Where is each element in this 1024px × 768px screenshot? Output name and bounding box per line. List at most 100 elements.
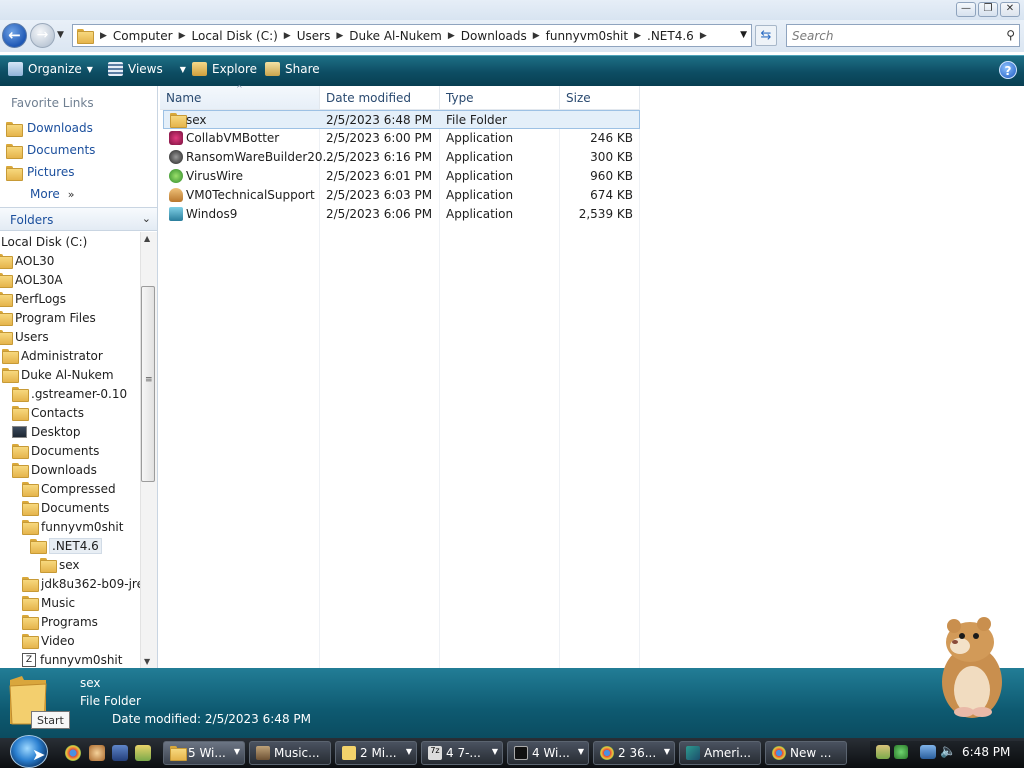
tree-item[interactable]: Documents — [22, 498, 109, 517]
favorite-link-pictures[interactable]: Pictures — [6, 165, 75, 181]
views-button[interactable]: Views ▼ — [108, 62, 186, 76]
refresh-button[interactable]: ⇆ — [755, 25, 777, 46]
favorite-link-documents[interactable]: Documents — [6, 143, 95, 159]
chevron-right-icon[interactable]: ▶ — [448, 31, 455, 41]
favorite-links-more[interactable]: More » — [30, 187, 74, 201]
chevron-down-icon: ▼ — [179, 64, 186, 74]
breadcrumb-item[interactable]: Duke Al-Nukem — [343, 29, 448, 43]
address-bar[interactable]: ▶ Computer ▶ Local Disk (C:) ▶ Users ▶ Duke… — [72, 24, 752, 47]
chevron-right-icon[interactable]: ▶ — [700, 31, 707, 41]
taskbar-button[interactable]: 5 Wi... ▼ — [163, 741, 245, 765]
tree-item[interactable]: .gstreamer-0.10 — [12, 384, 127, 403]
file-row[interactable]: CollabVMBotter 2/5/2023 6:00 PM Applicat… — [163, 129, 640, 148]
taskbar-button[interactable]: 2 Mi... ▼ — [335, 741, 417, 765]
taskbar-button[interactable]: 2 36... ▼ — [593, 741, 675, 765]
paint-quicklaunch-icon[interactable] — [135, 745, 151, 761]
taskbar-button[interactable]: 4 Wi... ▼ — [507, 741, 589, 765]
tree-item[interactable]: Music — [22, 593, 75, 612]
search-input[interactable]: Search ⚲ — [786, 24, 1020, 47]
tree-item[interactable]: funnyvm0shit — [22, 517, 123, 536]
tree-item[interactable]: sex — [40, 555, 80, 574]
tree-item[interactable]: AOL30 — [0, 251, 54, 270]
forward-button[interactable]: → — [30, 23, 55, 48]
chevron-right-icon[interactable]: ▶ — [100, 31, 107, 41]
recent-pages-dropdown[interactable]: ▼ — [57, 30, 64, 40]
folder-icon — [22, 482, 39, 497]
folders-header[interactable]: Folders ⌄ — [0, 207, 157, 231]
tree-item[interactable]: Administrator — [2, 346, 103, 365]
folder-icon — [22, 577, 39, 592]
chevron-right-icon[interactable]: ▶ — [533, 31, 540, 41]
tray-app-icon[interactable] — [894, 745, 908, 759]
tree-item[interactable]: Zfunnyvm0shit — [22, 650, 122, 668]
file-row[interactable]: sex 2/5/2023 6:48 PM File Folder — [163, 110, 640, 129]
tree-item[interactable]: jdk8u362-b09-jre — [22, 574, 140, 593]
tray-app-icon[interactable] — [876, 745, 890, 759]
minimize-button[interactable]: — — [956, 2, 976, 17]
breadcrumb-item[interactable]: Computer — [107, 29, 179, 43]
grip-icon: ≡ — [145, 375, 153, 385]
tree-item[interactable]: AOL30A — [0, 270, 63, 289]
scrollbar-thumb[interactable]: ≡ — [141, 286, 155, 482]
tree-item[interactable]: Desktop — [12, 422, 81, 441]
tree-item[interactable]: Compressed — [22, 479, 116, 498]
tree-item-selected[interactable]: .NET4.6 — [30, 536, 102, 555]
tree-item[interactable]: Program Files — [0, 308, 96, 327]
search-icon[interactable]: ⚲ — [1006, 28, 1015, 42]
tree-item[interactable]: Downloads — [12, 460, 97, 479]
back-button[interactable]: ← — [2, 23, 27, 48]
breadcrumb-item[interactable]: funnyvm0shit — [540, 29, 634, 43]
tree-item[interactable]: Video — [22, 631, 75, 650]
chevron-down-icon[interactable]: ⌄ — [142, 212, 151, 225]
column-header-type[interactable]: Type — [440, 86, 560, 110]
share-button[interactable]: Share — [265, 62, 320, 76]
taskbar-button[interactable]: Music... — [249, 741, 331, 765]
favorite-link-downloads[interactable]: Downloads — [6, 121, 93, 137]
tree-item[interactable]: Local Disk (C:) — [1, 232, 87, 251]
file-row[interactable]: VM0TechnicalSupport 2/5/2023 6:03 PM App… — [163, 186, 640, 205]
hamster-quicklaunch-icon[interactable] — [89, 745, 105, 761]
network-icon[interactable] — [920, 745, 936, 759]
taskbar-button[interactable]: Ameri... — [679, 741, 761, 765]
file-row[interactable]: VirusWire 2/5/2023 6:01 PM Application 9… — [163, 167, 640, 186]
breadcrumb-item[interactable]: .NET4.6 — [641, 29, 700, 43]
show-desktop-icon[interactable] — [112, 745, 128, 761]
organize-button[interactable]: Organize ▼ — [8, 62, 93, 76]
tree-item[interactable]: Duke Al-Nukem — [2, 365, 114, 384]
maximize-button[interactable]: ❐ — [978, 2, 998, 17]
chevron-right-icon[interactable]: ▶ — [179, 31, 186, 41]
tree-item[interactable]: Programs — [22, 612, 98, 631]
column-header-date[interactable]: Date modified — [320, 86, 440, 110]
breadcrumb-item[interactable]: Local Disk (C:) — [186, 29, 284, 43]
breadcrumb-item[interactable]: Downloads — [455, 29, 533, 43]
scroll-down-icon[interactable]: ▼ — [144, 657, 150, 666]
address-dropdown-icon[interactable]: ▼ — [740, 30, 747, 40]
column-header-name[interactable]: Name ^ — [160, 84, 320, 110]
tree-item[interactable]: Users — [0, 327, 49, 346]
folder-icon — [0, 273, 13, 288]
tree-item[interactable]: Documents — [12, 441, 99, 460]
hamster-desktop-pet[interactable] — [920, 612, 1015, 720]
taskbar-button[interactable]: 7z 4 7-... ▼ — [421, 741, 503, 765]
explore-button[interactable]: Explore — [192, 62, 257, 76]
chevron-right-icon[interactable]: ▶ — [284, 31, 291, 41]
close-button[interactable]: ✕ — [1000, 2, 1020, 17]
taskbar-button[interactable]: New ... — [765, 741, 847, 765]
column-header-size[interactable]: Size — [560, 86, 640, 110]
chevron-right-icon[interactable]: ▶ — [634, 31, 641, 41]
file-date: 2/5/2023 6:03 PM — [326, 188, 433, 202]
file-row[interactable]: Windos9 2/5/2023 6:06 PM Application 2,5… — [163, 205, 640, 224]
taskbar-button-label: 2 Mi... — [360, 746, 397, 760]
breadcrumb-item[interactable]: Users — [291, 29, 337, 43]
volume-icon[interactable]: 🔈 — [940, 744, 956, 759]
chevron-right-icon[interactable]: ▶ — [336, 31, 343, 41]
chrome-quicklaunch-icon[interactable] — [65, 745, 81, 761]
tree-item[interactable]: PerfLogs — [0, 289, 66, 308]
tree-item[interactable]: Contacts — [12, 403, 84, 422]
help-button[interactable]: ? — [999, 61, 1017, 79]
tree-item-label: Users — [15, 329, 49, 344]
scroll-up-icon[interactable]: ▲ — [144, 234, 150, 243]
file-row[interactable]: RansomWareBuilder20... 2/5/2023 6:16 PM … — [163, 148, 640, 167]
clock[interactable]: 6:48 PM — [962, 745, 1010, 759]
tree-item-label: jdk8u362-b09-jre — [41, 576, 140, 591]
